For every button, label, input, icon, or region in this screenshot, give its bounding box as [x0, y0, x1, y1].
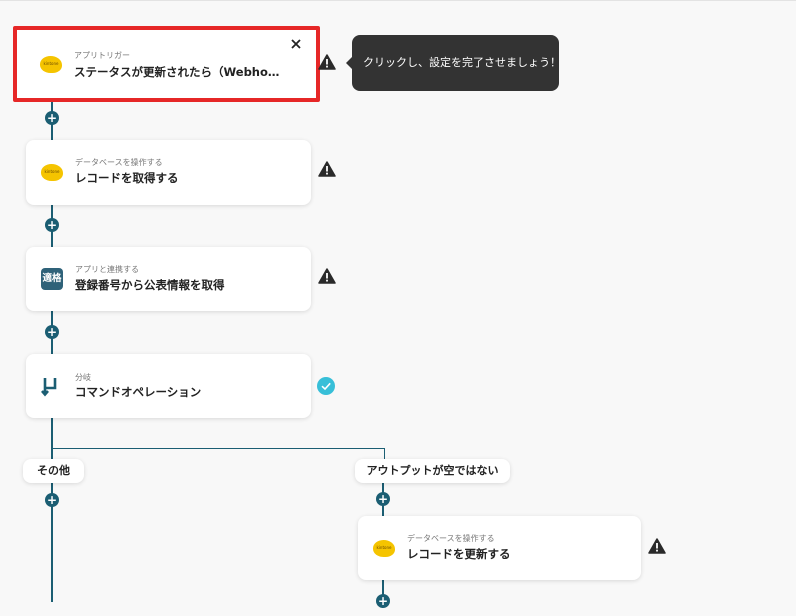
kintone-logo-icon — [40, 53, 62, 75]
branch-label-text: アウトプットが空ではない — [366, 464, 499, 477]
step-title: レコードを取得する — [75, 171, 179, 185]
check-complete-icon — [317, 377, 335, 395]
add-step-button[interactable]: + — [376, 594, 390, 608]
add-step-button[interactable]: + — [45, 218, 59, 232]
step-subtitle: アプリトリガー — [74, 51, 130, 60]
warning-icon — [318, 161, 336, 177]
warning-icon — [318, 54, 336, 70]
step-title: ステータスが更新されたら（Webho… — [74, 65, 280, 79]
get-record-step-card[interactable]: データベースを操作する レコードを取得する — [26, 140, 311, 205]
step-subtitle: データベースを操作する — [75, 158, 163, 167]
branch-icon — [41, 378, 57, 397]
branch-connector — [51, 448, 385, 449]
kintone-logo-icon — [41, 162, 63, 184]
warning-icon — [318, 268, 336, 284]
top-divider — [0, 0, 796, 1]
registry-lookup-step-card[interactable]: 適格 アプリと連携する 登録番号から公表情報を取得 — [26, 247, 311, 311]
branch-label-text: その他 — [37, 464, 70, 477]
flow-connector — [51, 418, 53, 602]
add-step-button[interactable]: + — [376, 492, 390, 506]
step-subtitle: 分岐 — [75, 373, 91, 382]
step-subtitle: アプリと連携する — [75, 265, 139, 274]
add-step-button[interactable]: + — [45, 111, 59, 125]
close-icon[interactable] — [289, 37, 303, 51]
add-step-button[interactable]: + — [45, 493, 59, 507]
update-record-step-card[interactable]: データベースを操作する レコードを更新する — [358, 516, 641, 580]
tooltip-text: クリックし、設定を完了させましょう！ — [363, 56, 561, 69]
setup-tooltip: クリックし、設定を完了させましょう！ — [346, 35, 561, 91]
branch-step-card[interactable]: 分岐 コマンドオペレーション — [26, 354, 311, 418]
step-title: レコードを更新する — [407, 547, 511, 561]
add-step-button[interactable]: + — [45, 325, 59, 339]
step-subtitle: データベースを操作する — [407, 534, 495, 543]
trigger-step-card[interactable]: アプリトリガー ステータスが更新されたら（Webho… — [13, 26, 320, 102]
invoice-registry-icon: 適格 — [41, 268, 63, 290]
branch-label-other[interactable]: その他 — [23, 459, 84, 483]
branch-label-output-not-empty[interactable]: アウトプットが空ではない — [355, 459, 510, 483]
step-title: 登録番号から公表情報を取得 — [75, 278, 225, 292]
kintone-logo-icon — [373, 537, 395, 559]
step-title: コマンドオペレーション — [75, 385, 202, 399]
warning-icon — [648, 538, 666, 554]
